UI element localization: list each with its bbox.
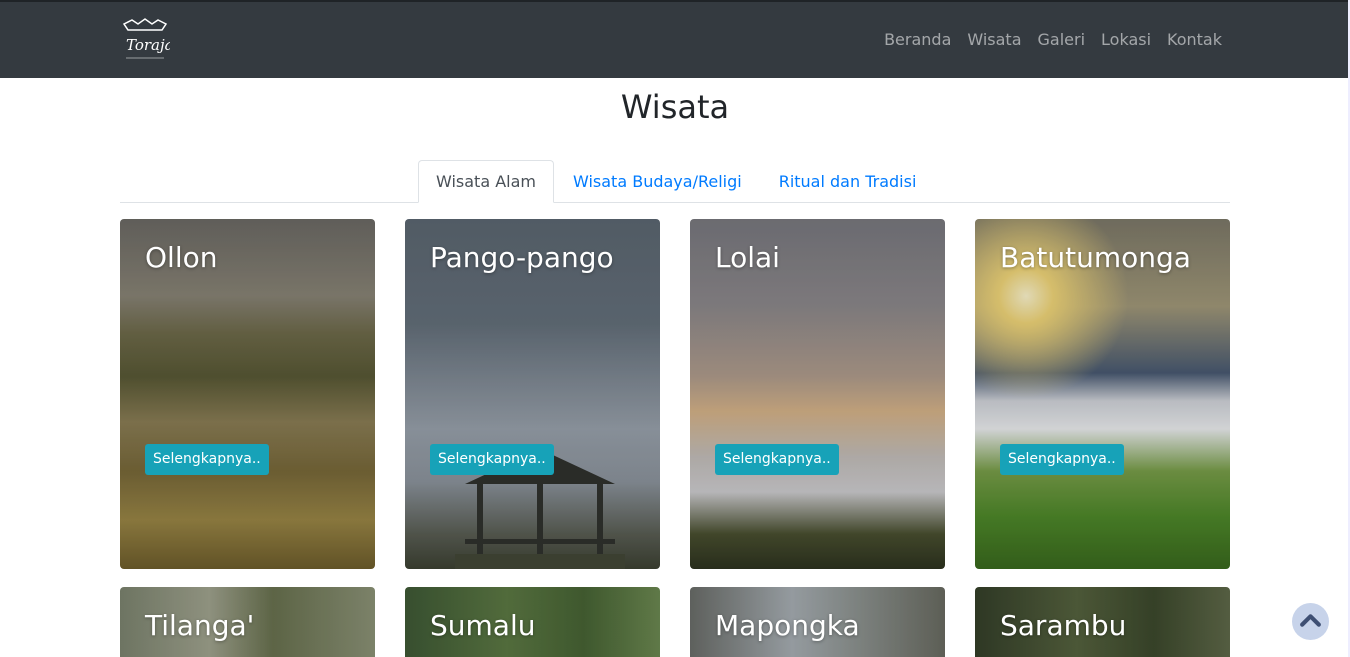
card-title: Tilanga' xyxy=(145,609,255,642)
card-sumalu[interactable]: Sumalu xyxy=(405,587,660,657)
card-mapongka[interactable]: Mapongka xyxy=(690,587,945,657)
nav-menu: Beranda Wisata Galeri Lokasi Kontak xyxy=(884,29,1222,51)
card-title: Ollon xyxy=(145,241,218,274)
nav-link-galeri[interactable]: Galeri xyxy=(1038,29,1086,51)
card-title: Pango-pango xyxy=(430,241,614,274)
card-batutumonga[interactable]: Batutumonga Selengkapnya.. xyxy=(975,219,1230,569)
read-more-button[interactable]: Selengkapnya.. xyxy=(145,444,269,475)
read-more-button[interactable]: Selengkapnya.. xyxy=(715,444,839,475)
read-more-button[interactable]: Selengkapnya.. xyxy=(1000,444,1124,475)
card-title: Sumalu xyxy=(430,609,536,642)
navbar: Toraja Beranda Wisata Galeri Lokasi Kont… xyxy=(0,0,1350,78)
card-title: Mapongka xyxy=(715,609,860,642)
tab-ritual-dan-tradisi[interactable]: Ritual dan Tradisi xyxy=(761,160,935,203)
card-title: Sarambu xyxy=(1000,609,1127,642)
tab-wisata-alam[interactable]: Wisata Alam xyxy=(418,160,554,203)
svg-text:Toraja: Toraja xyxy=(126,36,170,54)
nav-link-wisata[interactable]: Wisata xyxy=(967,29,1021,51)
page-title: Wisata xyxy=(620,88,730,126)
nav-link-beranda[interactable]: Beranda xyxy=(884,29,951,51)
nav-link-kontak[interactable]: Kontak xyxy=(1167,29,1222,51)
category-tabs: Wisata Alam Wisata Budaya/Religi Ritual … xyxy=(418,160,935,203)
card-sarambu[interactable]: Sarambu xyxy=(975,587,1230,657)
read-more-button[interactable]: Selengkapnya.. xyxy=(430,444,554,475)
card-title: Batutumonga xyxy=(1000,241,1191,274)
card-tilanga[interactable]: Tilanga' xyxy=(120,587,375,657)
card-pango-pango[interactable]: Pango-pango Selengkapnya.. xyxy=(405,219,660,569)
card-ollon[interactable]: Ollon Selengkapnya.. xyxy=(120,219,375,569)
tab-wisata-budaya-religi[interactable]: Wisata Budaya/Religi xyxy=(555,160,760,203)
card-lolai[interactable]: Lolai Selengkapnya.. xyxy=(690,219,945,569)
scroll-to-top-button[interactable] xyxy=(1292,603,1329,640)
card-title: Lolai xyxy=(715,241,780,274)
toraja-logo[interactable]: Toraja xyxy=(120,16,170,66)
nav-link-lokasi[interactable]: Lokasi xyxy=(1101,29,1151,51)
chevron-up-icon xyxy=(1300,614,1321,627)
